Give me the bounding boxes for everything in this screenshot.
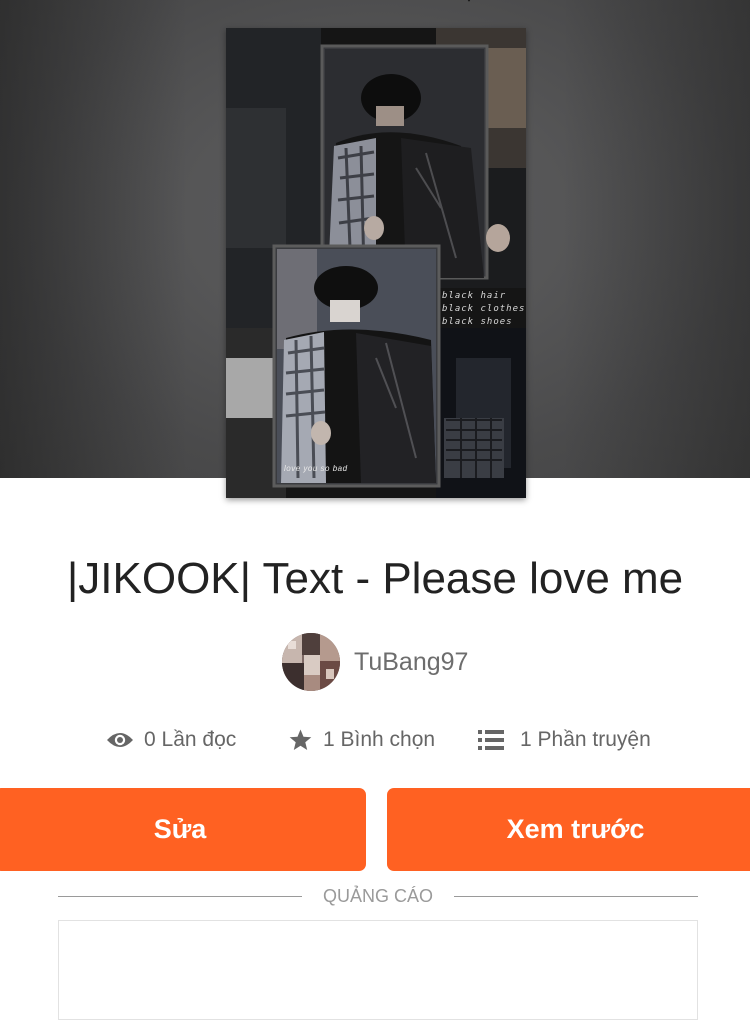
cover-caption-line: black hair (442, 291, 507, 301)
author-link[interactable]: TuBang97 (282, 632, 468, 692)
preview-button[interactable]: Xem trước (387, 788, 750, 871)
votes-count: 1 Bình chọn (323, 728, 436, 751)
avatar[interactable] (282, 633, 340, 691)
reads-count: 0 Lần đọc (144, 728, 237, 751)
star-icon (289, 729, 312, 750)
cover-caption-line: black clothes (442, 304, 526, 314)
story-stats: 0 Lần đọc 1 Bình chọn 1 Phần truyện (0, 722, 750, 758)
stat-votes: 1 Bình chọn (288, 722, 435, 758)
preview-button-label: Xem trước (506, 814, 645, 844)
story-cover[interactable]: black hair black clothes black shoes lov… (226, 28, 526, 498)
cover-tag: love you so bad (284, 464, 348, 473)
stat-parts: 1 Phần truyện (478, 722, 651, 758)
list-icon (478, 730, 504, 750)
parts-count: 1 Phần truyện (520, 728, 651, 751)
stat-reads: 0 Lần đọc (106, 722, 236, 758)
divider-line (454, 896, 698, 897)
cover-image (226, 28, 526, 498)
cover-caption: black hair black clothes black shoes (442, 290, 525, 329)
ad-divider: QUẢNG CÁO (58, 884, 698, 908)
edit-button[interactable]: Sửa (0, 788, 366, 871)
cover-caption-line: black shoes (442, 317, 513, 327)
story-title: |JIKOOK| Text - Please love me (66, 554, 684, 603)
eye-icon (107, 733, 133, 747)
partial-icon (467, 0, 471, 2)
edit-button-label: Sửa (153, 814, 207, 844)
ad-slot[interactable] (58, 920, 698, 1020)
author-name[interactable]: TuBang97 (354, 648, 468, 677)
